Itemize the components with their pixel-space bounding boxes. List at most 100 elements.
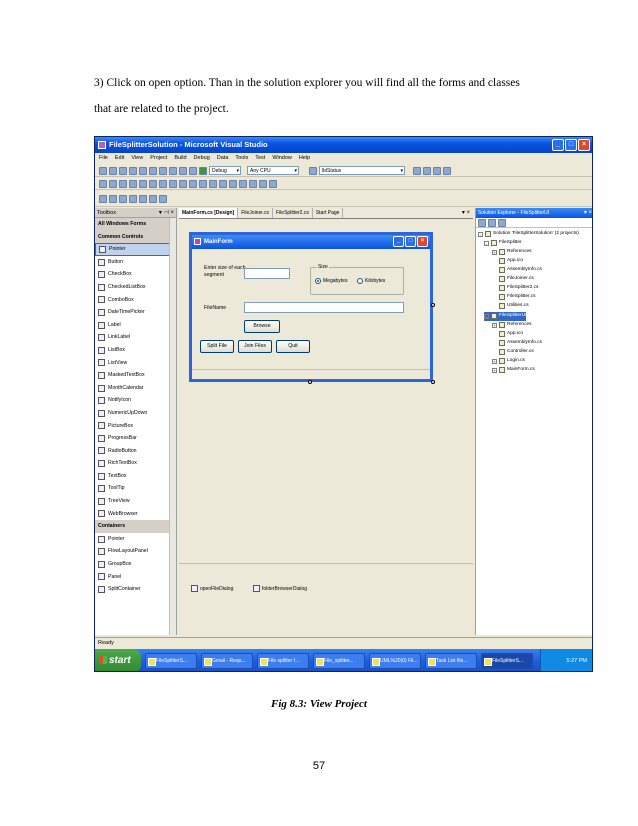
- toolbox-item[interactable]: Pointer: [95, 533, 176, 546]
- expand-icon[interactable]: +: [492, 367, 497, 373]
- taskbar-item[interactable]: UML%20(0) Fil...: [369, 653, 421, 669]
- new-project-icon[interactable]: [99, 166, 107, 175]
- tree-node[interactable]: FileSplitter.cs: [499, 293, 536, 302]
- resize-handle-right[interactable]: [431, 303, 435, 307]
- menu-edit[interactable]: Edit: [115, 153, 124, 164]
- maximize-button[interactable]: □: [565, 139, 577, 151]
- kilobytes-radio[interactable]: Kilobytes: [357, 278, 385, 284]
- align-right-icon[interactable]: [119, 179, 127, 188]
- same-size-icon[interactable]: [179, 179, 187, 188]
- resize-handle-bottom[interactable]: [308, 380, 312, 384]
- redo-icon[interactable]: [189, 166, 197, 175]
- config-combo[interactable]: Debug: [209, 166, 241, 175]
- toolbox-item[interactable]: CheckedListBox: [95, 281, 176, 294]
- quit-button[interactable]: Quit: [276, 340, 310, 353]
- folderbrowserdialog-component[interactable]: folderBrowserDialog: [253, 585, 307, 592]
- toolbox-scrollbar[interactable]: [169, 218, 176, 635]
- toolbox-item[interactable]: WebBrowser: [95, 508, 176, 521]
- menu-data[interactable]: Data: [217, 153, 229, 164]
- add-item-icon[interactable]: [109, 166, 117, 175]
- format-a-icon[interactable]: [99, 194, 107, 203]
- resize-handle-corner[interactable]: [431, 380, 435, 384]
- tree-node[interactable]: AssemblyInfo.cs: [499, 266, 542, 275]
- format-f-icon[interactable]: [149, 194, 157, 203]
- toolbox-item[interactable]: RichTextBox: [95, 457, 176, 470]
- toolbox-item[interactable]: FlowLayoutPanel: [95, 545, 176, 558]
- toolbox-item[interactable]: NotifyIcon: [95, 394, 176, 407]
- show-all-files-icon[interactable]: [488, 219, 496, 227]
- minimize-button[interactable]: _: [552, 139, 564, 151]
- align-bottom-icon[interactable]: [149, 179, 157, 188]
- align-center-icon[interactable]: [109, 179, 117, 188]
- toolbox-item[interactable]: LinkLabel: [95, 331, 176, 344]
- collapse-icon[interactable]: -: [478, 231, 483, 237]
- toolbox-item-pointer[interactable]: Pointer: [95, 243, 176, 256]
- toolbox-item[interactable]: Panel: [95, 571, 176, 584]
- properties-icon[interactable]: [423, 166, 431, 175]
- center-h-icon[interactable]: [219, 179, 227, 188]
- tree-node-solution[interactable]: - Solution 'FileSplitterSolution' (2 proj…: [478, 230, 579, 239]
- segment-size-input[interactable]: [244, 268, 290, 279]
- expand-icon[interactable]: +: [492, 358, 497, 364]
- cut-icon[interactable]: [149, 166, 157, 175]
- taskbar-item[interactable]: File splitter f...: [257, 653, 309, 669]
- menu-test[interactable]: Test: [255, 153, 265, 164]
- taskbar-item-active[interactable]: FileSplitterS...: [481, 653, 533, 669]
- toolbox-item[interactable]: RadioButton: [95, 445, 176, 458]
- tree-node[interactable]: + Login.cs: [492, 357, 525, 366]
- tree-node-project[interactable]: - FileSplitter: [484, 239, 522, 248]
- save-all-icon[interactable]: [139, 166, 147, 175]
- toolbox-item[interactable]: ComboBox: [95, 294, 176, 307]
- send-back-icon[interactable]: [249, 179, 257, 188]
- menu-view[interactable]: View: [131, 153, 143, 164]
- format-d-icon[interactable]: [129, 194, 137, 203]
- object-browser-icon[interactable]: [433, 166, 441, 175]
- taskbar-item[interactable]: File_splitter...: [313, 653, 365, 669]
- filename-input[interactable]: [244, 302, 404, 313]
- toolbox-item[interactable]: SplitContainer: [95, 583, 176, 596]
- toolbox-item[interactable]: MaskedTextBox: [95, 369, 176, 382]
- start-icon[interactable]: [199, 166, 207, 175]
- tree-node[interactable]: FileJoiner.cs: [499, 275, 534, 284]
- same-width-icon[interactable]: [159, 179, 167, 188]
- save-icon[interactable]: [129, 166, 137, 175]
- refresh-icon[interactable]: [498, 219, 506, 227]
- toolbox-item[interactable]: Label: [95, 319, 176, 332]
- start-button[interactable]: start: [95, 649, 141, 671]
- bring-front-icon[interactable]: [239, 179, 247, 188]
- toolbox-group[interactable]: All Windows Forms: [95, 218, 176, 231]
- menu-help[interactable]: Help: [299, 153, 310, 164]
- toolbox-item[interactable]: ToolTip: [95, 482, 176, 495]
- tree-node[interactable]: + References: [492, 321, 532, 330]
- menu-window[interactable]: Window: [272, 153, 292, 164]
- join-files-button[interactable]: Join Files: [238, 340, 272, 353]
- tree-node[interactable]: Controller.cs: [499, 348, 534, 357]
- platform-combo[interactable]: Any CPU: [247, 166, 299, 175]
- toolbox-group[interactable]: Containers: [95, 520, 176, 533]
- format-c-icon[interactable]: [119, 194, 127, 203]
- menu-build[interactable]: Build: [174, 153, 186, 164]
- tab-close-icon[interactable]: ▾ ×: [462, 208, 470, 219]
- open-icon[interactable]: [119, 166, 127, 175]
- tab-order-icon[interactable]: [259, 179, 267, 188]
- vspace-icon[interactable]: [209, 179, 217, 188]
- hspace-icon[interactable]: [199, 179, 207, 188]
- properties-icon[interactable]: [478, 219, 486, 227]
- tree-node[interactable]: App.ico: [499, 257, 523, 266]
- tree-node[interactable]: FileSplitter2.cs: [499, 284, 538, 293]
- align-middle-icon[interactable]: [139, 179, 147, 188]
- find-icon[interactable]: [309, 166, 317, 175]
- collapse-icon[interactable]: -: [484, 313, 489, 319]
- align-top-icon[interactable]: [129, 179, 137, 188]
- toolbox-close-icon[interactable]: ▾ ⊣ ×: [159, 208, 174, 218]
- toolbox-item[interactable]: ListView: [95, 357, 176, 370]
- undo-icon[interactable]: [179, 166, 187, 175]
- close-button[interactable]: ×: [578, 139, 590, 151]
- menu-debug[interactable]: Debug: [194, 153, 210, 164]
- expand-icon[interactable]: +: [492, 249, 497, 255]
- toolbox-item[interactable]: ProgressBar: [95, 432, 176, 445]
- find-combo[interactable]: lblStatus: [319, 166, 405, 175]
- clock[interactable]: 5:27 PM: [567, 658, 587, 664]
- toolbox-item[interactable]: DateTimePicker: [95, 306, 176, 319]
- tree-node[interactable]: App.ico: [499, 330, 523, 339]
